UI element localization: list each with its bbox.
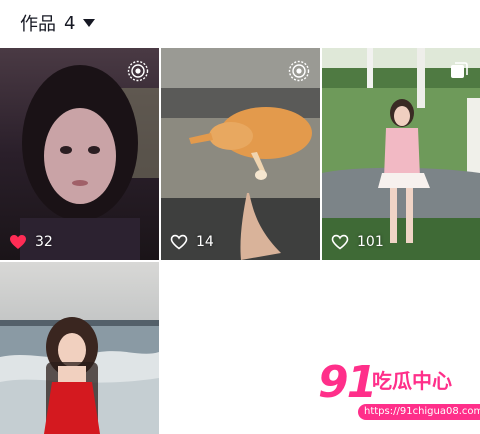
post-thumbnail-3[interactable]: 101 xyxy=(322,48,480,260)
multi-image-icon xyxy=(451,62,468,78)
works-tab-header[interactable]: 作品 4 xyxy=(0,0,480,46)
watermark-name: 吃瓜中心 xyxy=(372,369,452,393)
heart-outline-icon xyxy=(170,234,188,250)
heart-outline-icon xyxy=(331,234,349,250)
like-count-text: 32 xyxy=(35,234,53,250)
post-image-4 xyxy=(0,262,159,434)
caret-down-icon[interactable] xyxy=(83,19,96,27)
like-count-3: 101 xyxy=(331,234,384,250)
watermark-url: https://91chigua08.com xyxy=(358,404,480,420)
works-count: 4 xyxy=(64,12,76,34)
like-count-text: 101 xyxy=(357,234,384,250)
like-count-1: 32 xyxy=(9,234,53,250)
watermark-number: 91 xyxy=(318,357,377,408)
post-thumbnail-1[interactable]: 32 xyxy=(0,48,159,260)
site-watermark: 91 吃瓜中心 https://91chigua08.com xyxy=(318,357,480,426)
live-photo-icon xyxy=(127,60,149,82)
works-tab-label: 作品 xyxy=(20,14,56,35)
heart-filled-icon xyxy=(10,235,26,249)
live-photo-icon xyxy=(288,60,310,82)
post-thumbnail-4[interactable] xyxy=(0,262,159,434)
post-thumbnail-2[interactable]: 14 xyxy=(161,48,320,260)
like-count-2: 14 xyxy=(170,234,214,250)
like-count-text: 14 xyxy=(196,234,214,250)
